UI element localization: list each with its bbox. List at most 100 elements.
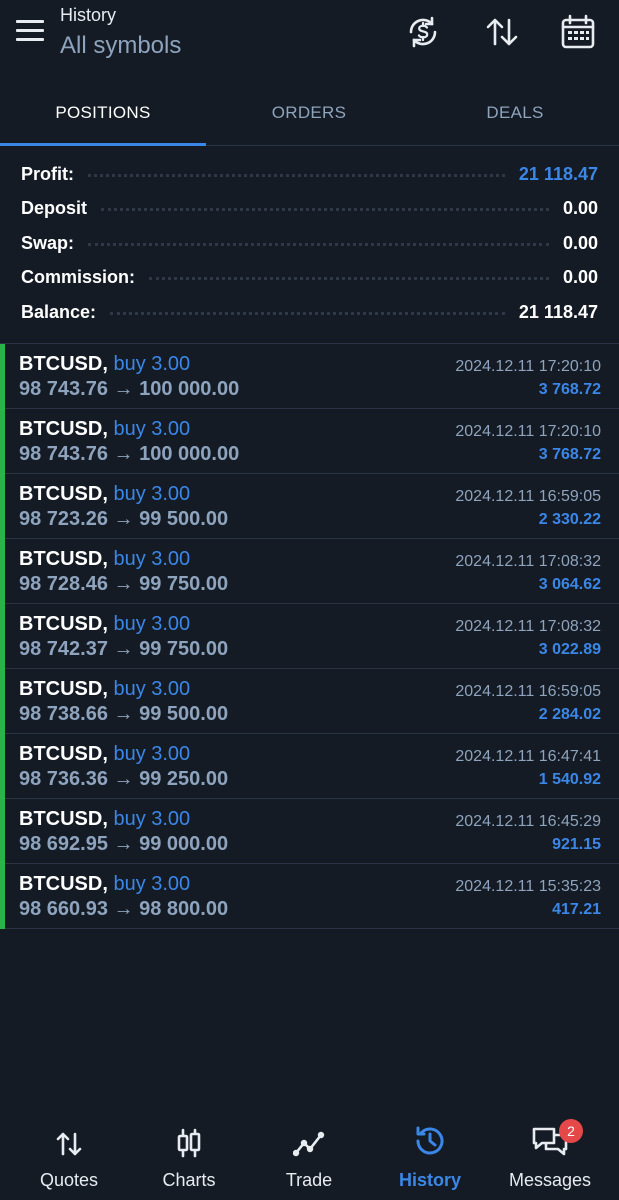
position-profit: 2 284.02 [538, 706, 601, 723]
currency-exchange-icon[interactable] [401, 10, 445, 54]
calendar-icon[interactable] [556, 10, 600, 54]
open-close-prices: 98 743.76 → 100 000.00 [19, 378, 240, 400]
close-time: 2024.12.11 17:20:10 [455, 358, 601, 375]
position-profit: 3 768.72 [538, 381, 601, 398]
position-row[interactable]: BTCUSD, buy 3.00 98 728.46 → 99 750.00 202… [0, 539, 619, 604]
open-close-prices: 98 736.36 → 99 250.00 [19, 768, 229, 790]
dotted-leader [88, 173, 505, 177]
candlestick-chart-icon [174, 1115, 204, 1160]
nav-trade[interactable]: Trade [247, 1115, 371, 1200]
nav-label: Charts [162, 1170, 216, 1190]
history-tabs: POSITIONS ORDERS DEALS [0, 80, 619, 146]
summary-label: Commission: [21, 267, 136, 288]
symbol-name: BTCUSD, [19, 483, 108, 505]
position-side-volume: buy 3.00 [107, 808, 191, 830]
bottom-navigation: Quotes Charts Trade History Messages 2 [0, 1115, 619, 1200]
close-time: 2024.12.11 16:59:05 [455, 683, 601, 700]
symbol-name: BTCUSD, [19, 548, 108, 570]
tab-orders[interactable]: ORDERS [206, 80, 412, 146]
history-screen: History All symbols POSITIONS ORDERS DEA… [0, 0, 619, 1200]
profit-indicator-bar [0, 799, 5, 864]
position-row[interactable]: BTCUSD, buy 3.00 98 742.37 → 99 750.00 202… [0, 604, 619, 669]
close-time: 2024.12.11 15:35:23 [455, 878, 601, 895]
position-side-volume: buy 3.00 [107, 548, 191, 570]
close-time: 2024.12.11 16:45:29 [455, 813, 601, 830]
positions-list: BTCUSD, buy 3.00 98 743.76 → 100 000.00 20… [0, 343, 619, 929]
position-symbol: BTCUSD, buy 3.00 [19, 483, 190, 506]
summary-row-profit: Profit: 21 118.47 [21, 157, 598, 192]
tab-positions[interactable]: POSITIONS [0, 80, 206, 146]
summary-row-commission: Commission: 0.00 [21, 261, 598, 296]
app-header: History All symbols [0, 0, 619, 80]
summary-row-balance: Balance: 21 118.47 [21, 295, 598, 330]
dotted-leader [101, 208, 549, 212]
position-row[interactable]: BTCUSD, buy 3.00 98 660.93 → 98 800.00 202… [0, 864, 619, 929]
profit-indicator-bar [0, 734, 5, 799]
position-profit: 3 064.62 [538, 576, 601, 593]
sort-icon[interactable] [480, 10, 524, 54]
position-row[interactable]: BTCUSD, buy 3.00 98 736.36 → 99 250.00 202… [0, 734, 619, 799]
position-profit: 921.15 [552, 836, 601, 853]
summary-value: 0.00 [562, 198, 598, 219]
position-symbol: BTCUSD, buy 3.00 [19, 353, 190, 376]
position-symbol: BTCUSD, buy 3.00 [19, 613, 190, 636]
position-profit: 3 022.89 [538, 641, 601, 658]
position-symbol: BTCUSD, buy 3.00 [19, 678, 190, 701]
position-symbol: BTCUSD, buy 3.00 [19, 743, 190, 766]
position-profit: 3 768.72 [538, 446, 601, 463]
position-row[interactable]: BTCUSD, buy 3.00 98 738.66 → 99 500.00 202… [0, 669, 619, 734]
position-row[interactable]: BTCUSD, buy 3.00 98 743.76 → 100 000.00 20… [0, 409, 619, 474]
profit-indicator-bar [0, 604, 5, 669]
summary-row-swap: Swap: 0.00 [21, 226, 598, 261]
nav-label: Messages [508, 1170, 592, 1190]
summary-label: Profit: [21, 163, 74, 184]
symbol-name: BTCUSD, [19, 613, 108, 635]
close-time: 2024.12.11 16:47:41 [455, 748, 601, 765]
symbol-name: BTCUSD, [19, 873, 108, 895]
summary-value: 21 118.47 [518, 301, 598, 322]
open-close-prices: 98 692.95 → 99 000.00 [19, 833, 229, 855]
dotted-leader [88, 242, 549, 246]
nav-label: Trade [285, 1170, 333, 1190]
dotted-leader [110, 311, 505, 315]
tab-deals[interactable]: DEALS [412, 80, 618, 146]
open-close-prices: 98 728.46 → 99 750.00 [19, 573, 229, 595]
open-close-prices: 98 738.66 → 99 500.00 [19, 703, 229, 725]
nav-label: Quotes [39, 1170, 99, 1190]
symbol-name: BTCUSD, [19, 808, 108, 830]
symbol-filter[interactable]: All symbols [60, 32, 181, 60]
position-profit: 417.21 [552, 901, 601, 918]
position-row[interactable]: BTCUSD, buy 3.00 98 692.95 → 99 000.00 202… [0, 799, 619, 864]
position-row[interactable]: BTCUSD, buy 3.00 98 723.26 → 99 500.00 202… [0, 474, 619, 539]
summary-row-deposit: Deposit 0.00 [21, 192, 598, 227]
nav-messages[interactable]: Messages 2 [488, 1115, 612, 1200]
open-close-prices: 98 742.37 → 99 750.00 [19, 638, 229, 660]
position-side-volume: buy 3.00 [107, 353, 191, 375]
profit-indicator-bar [0, 409, 5, 474]
position-profit: 2 330.22 [538, 511, 601, 528]
open-close-prices: 98 723.26 → 99 500.00 [19, 508, 229, 530]
position-row[interactable]: BTCUSD, buy 3.00 98 743.76 → 100 000.00 20… [0, 344, 619, 409]
position-side-volume: buy 3.00 [107, 418, 191, 440]
close-time: 2024.12.11 17:20:10 [455, 423, 601, 440]
nav-history[interactable]: History [368, 1115, 492, 1200]
position-side-volume: buy 3.00 [107, 743, 191, 765]
symbol-name: BTCUSD, [19, 418, 108, 440]
position-profit: 1 540.92 [538, 771, 601, 788]
summary-value: 0.00 [562, 232, 598, 253]
open-close-prices: 98 743.76 → 100 000.00 [19, 443, 240, 465]
trade-line-icon [293, 1115, 325, 1160]
account-summary: Profit: 21 118.47 Deposit 0.00 Swap: 0.0… [0, 157, 619, 342]
position-symbol: BTCUSD, buy 3.00 [19, 418, 190, 441]
open-close-prices: 98 660.93 → 98 800.00 [19, 898, 229, 920]
position-symbol: BTCUSD, buy 3.00 [19, 808, 190, 831]
summary-label: Swap: [21, 232, 75, 253]
position-side-volume: buy 3.00 [107, 678, 191, 700]
position-side-volume: buy 3.00 [107, 483, 191, 505]
nav-charts[interactable]: Charts [127, 1115, 251, 1200]
summary-value: 0.00 [562, 267, 598, 288]
nav-quotes[interactable]: Quotes [7, 1115, 131, 1200]
hamburger-menu-icon[interactable] [16, 20, 44, 42]
position-symbol: BTCUSD, buy 3.00 [19, 873, 190, 896]
page-title: History [60, 5, 117, 25]
